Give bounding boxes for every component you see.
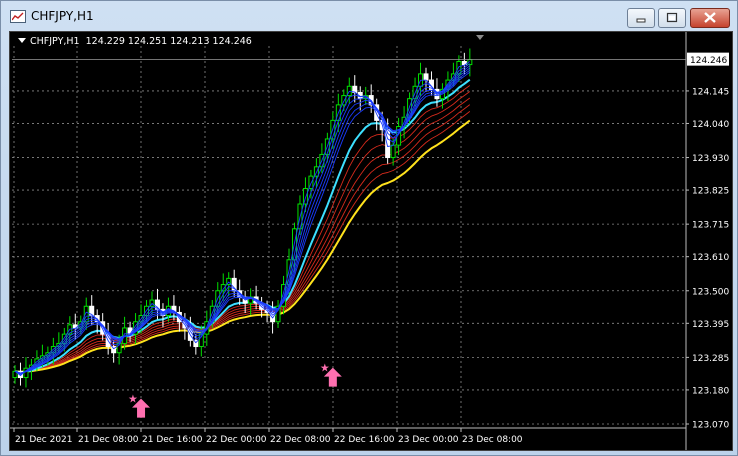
chart-window-icon: [10, 10, 26, 23]
title-bar[interactable]: CHFJPY,H1: [1, 1, 737, 31]
price-chart[interactable]: ★ ★ 124.246 124.145 124.040 123.930 123.825 123…: [10, 32, 732, 450]
fast-ma-line: [14, 67, 471, 374]
slow-ma-line: [14, 97, 471, 373]
x-tick-label: 22 Dec 00:00: [206, 435, 267, 445]
candle-body: [423, 73, 429, 81]
y-tick-label: 123.715: [692, 221, 729, 231]
chart-symbol-header[interactable]: CHFJPY,H1 124.229 124.251 124.213 124.24…: [18, 36, 252, 47]
maximize-icon: [666, 12, 678, 23]
yellow-ma-line: [14, 119, 471, 373]
signal-star-icon: ★: [128, 393, 138, 406]
y-tick-label: 123.610: [692, 253, 729, 263]
window-title: CHFJPY,H1: [31, 9, 94, 23]
x-tick-label: 21 Dec 2021: [15, 435, 73, 445]
x-tick-label: 22 Dec 16:00: [334, 435, 395, 445]
slow-ma-line: [14, 111, 471, 373]
x-tick-label: 22 Dec 08:00: [270, 435, 331, 445]
y-tick-label: 123.070: [692, 421, 729, 431]
maximize-button[interactable]: [658, 8, 686, 28]
chart-menu-triangle-icon[interactable]: [18, 38, 26, 43]
x-tick-label: 21 Dec 16:00: [142, 435, 203, 445]
candle-body: [390, 144, 396, 159]
current-price-label: 124.246: [690, 56, 727, 66]
y-tick-label: 123.930: [692, 154, 729, 164]
ohlc-readout: 124.229 124.251 124.213 124.246: [85, 36, 252, 47]
y-tick-label: 123.285: [692, 354, 729, 364]
close-icon: [704, 12, 716, 23]
y-tick-label: 123.395: [692, 320, 729, 330]
minimize-icon: [636, 18, 646, 23]
y-tick-label: 123.825: [692, 187, 729, 197]
symbol-label: CHFJPY,H1: [30, 36, 80, 47]
signal-star-icon: ★: [320, 362, 330, 375]
minimize-button[interactable]: [627, 8, 655, 28]
x-tick-label: 21 Dec 08:00: [78, 435, 139, 445]
y-tick-label: 123.180: [692, 386, 729, 396]
y-tick-label: 124.040: [692, 120, 729, 130]
chart-shift-icon: [476, 35, 484, 40]
x-tick-label: 23 Dec 08:00: [462, 435, 523, 445]
terminal-window: CHFJPY,H1 ★ ★ 124.246 124.145 124.040 123.930…: [0, 0, 738, 456]
y-tick-label: 124.145: [692, 87, 729, 97]
chart-area[interactable]: ★ ★ 124.246 124.145 124.040 123.930 123.825 123…: [9, 31, 733, 451]
y-tick-label: 123.500: [692, 287, 729, 297]
close-button[interactable]: [690, 8, 730, 28]
x-tick-label: 23 Dec 00:00: [398, 435, 459, 445]
